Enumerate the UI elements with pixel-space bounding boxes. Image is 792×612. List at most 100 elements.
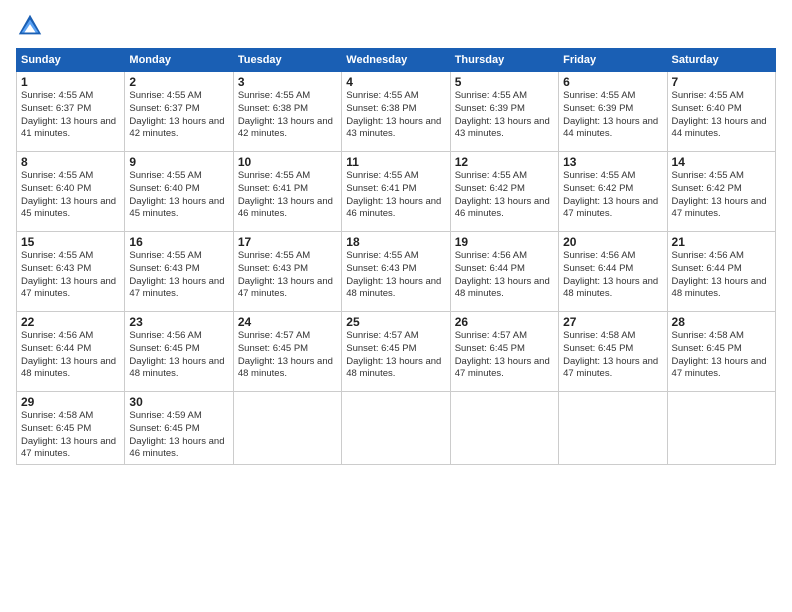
weekday-header: Tuesday [233, 49, 341, 72]
day-info: Sunrise: 4:58 AMSunset: 6:45 PMDaylight:… [672, 330, 771, 381]
calendar-cell: 3Sunrise: 4:55 AMSunset: 6:38 PMDaylight… [233, 72, 341, 152]
weekday-header: Thursday [450, 49, 558, 72]
calendar-cell: 28Sunrise: 4:58 AMSunset: 6:45 PMDayligh… [667, 312, 775, 392]
calendar-week-row: 15Sunrise: 4:55 AMSunset: 6:43 PMDayligh… [17, 232, 776, 312]
day-number: 21 [672, 235, 771, 249]
logo [16, 12, 48, 40]
calendar-week-row: 29Sunrise: 4:58 AMSunset: 6:45 PMDayligh… [17, 392, 776, 465]
calendar-cell: 25Sunrise: 4:57 AMSunset: 6:45 PMDayligh… [342, 312, 450, 392]
day-info: Sunrise: 4:58 AMSunset: 6:45 PMDaylight:… [563, 330, 662, 381]
day-info: Sunrise: 4:55 AMSunset: 6:43 PMDaylight:… [21, 250, 120, 301]
day-info: Sunrise: 4:56 AMSunset: 6:45 PMDaylight:… [129, 330, 228, 381]
day-number: 17 [238, 235, 337, 249]
day-number: 24 [238, 315, 337, 329]
day-number: 27 [563, 315, 662, 329]
day-info: Sunrise: 4:59 AMSunset: 6:45 PMDaylight:… [129, 410, 228, 461]
day-number: 4 [346, 75, 445, 89]
calendar-cell: 17Sunrise: 4:55 AMSunset: 6:43 PMDayligh… [233, 232, 341, 312]
logo-icon [16, 12, 44, 40]
day-info: Sunrise: 4:56 AMSunset: 6:44 PMDaylight:… [672, 250, 771, 301]
calendar-week-row: 8Sunrise: 4:55 AMSunset: 6:40 PMDaylight… [17, 152, 776, 232]
day-number: 11 [346, 155, 445, 169]
day-info: Sunrise: 4:55 AMSunset: 6:42 PMDaylight:… [672, 170, 771, 221]
calendar-cell [342, 392, 450, 465]
day-info: Sunrise: 4:57 AMSunset: 6:45 PMDaylight:… [238, 330, 337, 381]
weekday-header: Monday [125, 49, 233, 72]
day-info: Sunrise: 4:55 AMSunset: 6:40 PMDaylight:… [672, 90, 771, 141]
calendar-cell [233, 392, 341, 465]
page: SundayMondayTuesdayWednesdayThursdayFrid… [0, 0, 792, 612]
calendar-cell: 23Sunrise: 4:56 AMSunset: 6:45 PMDayligh… [125, 312, 233, 392]
day-info: Sunrise: 4:57 AMSunset: 6:45 PMDaylight:… [455, 330, 554, 381]
calendar-cell: 6Sunrise: 4:55 AMSunset: 6:39 PMDaylight… [559, 72, 667, 152]
day-info: Sunrise: 4:55 AMSunset: 6:37 PMDaylight:… [129, 90, 228, 141]
header [16, 12, 776, 40]
day-number: 8 [21, 155, 120, 169]
day-info: Sunrise: 4:55 AMSunset: 6:39 PMDaylight:… [455, 90, 554, 141]
calendar-cell: 16Sunrise: 4:55 AMSunset: 6:43 PMDayligh… [125, 232, 233, 312]
calendar-cell: 14Sunrise: 4:55 AMSunset: 6:42 PMDayligh… [667, 152, 775, 232]
day-number: 26 [455, 315, 554, 329]
day-number: 10 [238, 155, 337, 169]
day-info: Sunrise: 4:58 AMSunset: 6:45 PMDaylight:… [21, 410, 120, 461]
calendar-cell: 20Sunrise: 4:56 AMSunset: 6:44 PMDayligh… [559, 232, 667, 312]
day-number: 20 [563, 235, 662, 249]
day-info: Sunrise: 4:56 AMSunset: 6:44 PMDaylight:… [21, 330, 120, 381]
calendar-cell: 24Sunrise: 4:57 AMSunset: 6:45 PMDayligh… [233, 312, 341, 392]
day-number: 13 [563, 155, 662, 169]
day-info: Sunrise: 4:55 AMSunset: 6:40 PMDaylight:… [129, 170, 228, 221]
calendar-cell: 12Sunrise: 4:55 AMSunset: 6:42 PMDayligh… [450, 152, 558, 232]
day-number: 12 [455, 155, 554, 169]
day-info: Sunrise: 4:56 AMSunset: 6:44 PMDaylight:… [455, 250, 554, 301]
weekday-header: Wednesday [342, 49, 450, 72]
calendar-cell: 15Sunrise: 4:55 AMSunset: 6:43 PMDayligh… [17, 232, 125, 312]
calendar-cell: 13Sunrise: 4:55 AMSunset: 6:42 PMDayligh… [559, 152, 667, 232]
calendar-cell: 4Sunrise: 4:55 AMSunset: 6:38 PMDaylight… [342, 72, 450, 152]
day-info: Sunrise: 4:55 AMSunset: 6:43 PMDaylight:… [129, 250, 228, 301]
day-number: 16 [129, 235, 228, 249]
calendar-cell [450, 392, 558, 465]
day-number: 7 [672, 75, 771, 89]
day-number: 28 [672, 315, 771, 329]
day-number: 2 [129, 75, 228, 89]
calendar-cell: 1Sunrise: 4:55 AMSunset: 6:37 PMDaylight… [17, 72, 125, 152]
day-number: 14 [672, 155, 771, 169]
day-number: 25 [346, 315, 445, 329]
calendar-cell: 2Sunrise: 4:55 AMSunset: 6:37 PMDaylight… [125, 72, 233, 152]
weekday-header: Friday [559, 49, 667, 72]
weekday-header: Sunday [17, 49, 125, 72]
calendar-cell: 18Sunrise: 4:55 AMSunset: 6:43 PMDayligh… [342, 232, 450, 312]
day-number: 3 [238, 75, 337, 89]
day-info: Sunrise: 4:55 AMSunset: 6:40 PMDaylight:… [21, 170, 120, 221]
day-info: Sunrise: 4:55 AMSunset: 6:41 PMDaylight:… [238, 170, 337, 221]
day-number: 30 [129, 395, 228, 409]
calendar-cell: 10Sunrise: 4:55 AMSunset: 6:41 PMDayligh… [233, 152, 341, 232]
calendar-cell [559, 392, 667, 465]
calendar-table: SundayMondayTuesdayWednesdayThursdayFrid… [16, 48, 776, 465]
calendar-cell: 11Sunrise: 4:55 AMSunset: 6:41 PMDayligh… [342, 152, 450, 232]
day-info: Sunrise: 4:57 AMSunset: 6:45 PMDaylight:… [346, 330, 445, 381]
calendar-cell: 8Sunrise: 4:55 AMSunset: 6:40 PMDaylight… [17, 152, 125, 232]
calendar-cell: 21Sunrise: 4:56 AMSunset: 6:44 PMDayligh… [667, 232, 775, 312]
calendar-cell [667, 392, 775, 465]
calendar-cell: 7Sunrise: 4:55 AMSunset: 6:40 PMDaylight… [667, 72, 775, 152]
day-info: Sunrise: 4:55 AMSunset: 6:38 PMDaylight:… [238, 90, 337, 141]
day-number: 9 [129, 155, 228, 169]
day-info: Sunrise: 4:55 AMSunset: 6:41 PMDaylight:… [346, 170, 445, 221]
day-number: 1 [21, 75, 120, 89]
day-number: 5 [455, 75, 554, 89]
calendar-week-row: 22Sunrise: 4:56 AMSunset: 6:44 PMDayligh… [17, 312, 776, 392]
day-number: 19 [455, 235, 554, 249]
calendar-cell: 26Sunrise: 4:57 AMSunset: 6:45 PMDayligh… [450, 312, 558, 392]
day-info: Sunrise: 4:55 AMSunset: 6:43 PMDaylight:… [238, 250, 337, 301]
day-info: Sunrise: 4:55 AMSunset: 6:43 PMDaylight:… [346, 250, 445, 301]
day-number: 23 [129, 315, 228, 329]
weekday-header-row: SundayMondayTuesdayWednesdayThursdayFrid… [17, 49, 776, 72]
day-info: Sunrise: 4:55 AMSunset: 6:37 PMDaylight:… [21, 90, 120, 141]
calendar-week-row: 1Sunrise: 4:55 AMSunset: 6:37 PMDaylight… [17, 72, 776, 152]
day-info: Sunrise: 4:55 AMSunset: 6:42 PMDaylight:… [455, 170, 554, 221]
calendar-cell: 30Sunrise: 4:59 AMSunset: 6:45 PMDayligh… [125, 392, 233, 465]
calendar-cell: 29Sunrise: 4:58 AMSunset: 6:45 PMDayligh… [17, 392, 125, 465]
calendar-cell: 27Sunrise: 4:58 AMSunset: 6:45 PMDayligh… [559, 312, 667, 392]
calendar-cell: 5Sunrise: 4:55 AMSunset: 6:39 PMDaylight… [450, 72, 558, 152]
